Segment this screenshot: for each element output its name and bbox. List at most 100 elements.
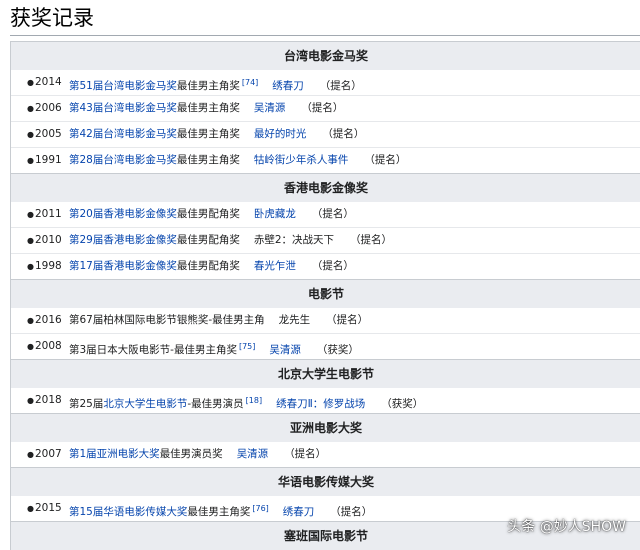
group-header: 亚洲电影大奖 [11, 413, 640, 442]
award-description: 第42届台湾电影金马奖最佳男主角奖 最好的时光 （提名） [69, 122, 364, 147]
award-event-link[interactable]: 第15届华语电影传媒大奖 [69, 506, 187, 518]
group-header: 北京大学生电影节 [11, 359, 640, 388]
award-description: 第15届华语电影传媒大奖最佳男主角奖 [76] 绣春刀 （提名） [69, 496, 372, 525]
reference-link[interactable]: [18] [246, 396, 262, 405]
film-title-link[interactable]: 春光乍泄 [254, 260, 296, 272]
title-divider [10, 35, 640, 36]
bullet-icon: ● [27, 450, 34, 459]
award-result: （提名） [322, 128, 365, 140]
award-description: 第20届香港电影金像奖最佳男配角奖 卧虎藏龙 （提名） [69, 202, 354, 227]
group-header: 华语电影传媒大奖 [11, 467, 640, 496]
award-result: （获奖） [381, 398, 424, 410]
award-description: 第25届北京大学生电影节-最佳男演员 [18] 绣春刀Ⅱ：修罗战场 （获奖） [69, 388, 423, 417]
award-prefix-text: 第3届日本大阪电影节-最佳男主角奖 [69, 344, 237, 356]
award-description: 第28届台湾电影金马奖最佳男主角奖 牯岭街少年杀人事件 （提名） [69, 148, 406, 173]
award-category-text: -最佳男演员 [187, 398, 244, 410]
award-category-text: 最佳男主角奖 [176, 154, 240, 166]
award-prefix-text: 第67届柏林国际电影节银熊奖-最佳男主角 [69, 314, 265, 326]
award-row: ● 1998 第17届香港电影金像奖最佳男配角奖 春光乍泄 （提名） [11, 253, 640, 279]
award-event-link[interactable]: 第29届香港电影金像奖 [69, 234, 177, 246]
film-title: 龙先生 [278, 314, 311, 326]
award-category-text: 最佳男配角奖 [176, 234, 240, 246]
award-year: 2006 [35, 102, 62, 114]
award-year: 2018 [35, 394, 62, 406]
bullet-icon: ● [27, 396, 34, 405]
award-prefix-text: 第25届 [69, 398, 104, 410]
reference-link[interactable]: [75] [239, 342, 255, 351]
film-title-link[interactable]: 绣春刀 [283, 506, 315, 518]
award-description: 第17届香港电影金像奖最佳男配角奖 春光乍泄 （提名） [69, 254, 354, 279]
award-category-text: 最佳男主角奖 [187, 506, 251, 518]
bullet-icon: ● [27, 130, 34, 139]
film-title-link[interactable]: 绣春刀Ⅱ：修罗战场 [276, 398, 365, 410]
award-result: （提名） [350, 234, 393, 246]
film-title-link[interactable]: 最好的时光 [254, 128, 307, 140]
award-description: 第29届香港电影金像奖最佳男配角奖 赤壁2：决战天下 （提名） [69, 228, 392, 253]
reference-link[interactable]: [74] [242, 78, 258, 87]
film-title-link[interactable]: 卧虎藏龙 [254, 208, 296, 220]
award-event-link[interactable]: 第51届台湾电影金马奖 [69, 80, 177, 92]
award-year: 2015 [35, 502, 62, 514]
page-title: 获奖记录 [10, 6, 94, 30]
award-event-link[interactable]: 第20届香港电影金像奖 [69, 208, 177, 220]
watermark-text: 头条 @妙人SHOW [507, 519, 626, 535]
award-event-link[interactable]: 第42届台湾电影金马奖 [69, 128, 177, 140]
award-description: 第1届亚洲电影大奖最佳男演员奖 吴清源 （提名） [69, 442, 326, 467]
film-title-link[interactable]: 绣春刀 [272, 80, 304, 92]
award-row: ● 2006 第43届台湾电影金马奖最佳男主角奖 吴清源 （提名） [11, 95, 640, 121]
award-row: ● 2005 第42届台湾电影金马奖最佳男主角奖 最好的时光 （提名） [11, 121, 640, 147]
award-description: 第3届日本大阪电影节-最佳男主角奖 [75] 吴清源 （获奖） [69, 334, 359, 363]
award-row: ● 1991 第28届台湾电影金马奖最佳男主角奖 牯岭街少年杀人事件 （提名） [11, 147, 640, 173]
award-category-text: 最佳男演员奖 [159, 448, 223, 460]
award-row: ● 2011 第20届香港电影金像奖最佳男配角奖 卧虎藏龙 （提名） [11, 202, 640, 227]
award-result: （提名） [319, 80, 362, 92]
award-row: ● 2016 第67届柏林国际电影节银熊奖-最佳男主角 龙先生 （提名） [11, 308, 640, 333]
award-category-text: 最佳男主角奖 [176, 128, 240, 140]
award-year: 2008 [35, 340, 62, 352]
award-row: ● 2014 第51届台湾电影金马奖最佳男主角奖 [74] 绣春刀 （提名） [11, 70, 640, 95]
award-year: 2007 [35, 448, 62, 460]
award-category-text: 最佳男配角奖 [176, 260, 240, 272]
award-year: 2011 [35, 208, 62, 220]
bullet-icon: ● [27, 262, 34, 271]
bullet-icon: ● [27, 210, 34, 219]
film-title-link[interactable]: 吴清源 [269, 344, 301, 356]
bullet-icon: ● [27, 78, 34, 87]
award-result: （提名） [330, 506, 373, 518]
bullet-icon: ● [27, 504, 34, 513]
award-year: 2010 [35, 234, 62, 246]
award-event-link[interactable]: 北京大学生电影节 [103, 398, 187, 410]
award-year: 1991 [35, 154, 62, 166]
award-category-text: 最佳男主角奖 [176, 80, 240, 92]
film-title-link[interactable]: 牯岭街少年杀人事件 [254, 154, 349, 166]
award-result: （提名） [311, 208, 354, 220]
reference-link[interactable]: [76] [252, 504, 268, 513]
award-result: （提名） [364, 154, 407, 166]
film-title-link[interactable]: 吴清源 [254, 102, 286, 114]
award-event-link[interactable]: 第28届台湾电影金马奖 [69, 154, 177, 166]
awards-table: 台湾电影金马奖 ● 2014 第51届台湾电影金马奖最佳男主角奖 [74] 绣春刀 （提名）… [10, 41, 640, 550]
award-year: 1998 [35, 260, 62, 272]
award-row: ● 2010 第29届香港电影金像奖最佳男配角奖 赤壁2：决战天下 （提名） [11, 227, 640, 253]
bullet-icon: ● [27, 104, 34, 113]
award-year: 2014 [35, 76, 62, 88]
group-header: 电影节 [11, 279, 640, 308]
award-event-link[interactable]: 第17届香港电影金像奖 [69, 260, 177, 272]
award-category-text: 最佳男主角奖 [176, 102, 240, 114]
bullet-icon: ● [27, 236, 34, 245]
award-row: ● 2008 第3届日本大阪电影节-最佳男主角奖 [75] 吴清源 （获奖） [11, 333, 640, 359]
award-result: （提名） [326, 314, 369, 326]
group-header: 香港电影金像奖 [11, 173, 640, 202]
award-result: （提名） [311, 260, 354, 272]
film-title-link[interactable]: 吴清源 [237, 448, 269, 460]
award-row: ● 2007 第1届亚洲电影大奖最佳男演员奖 吴清源 （提名） [11, 442, 640, 467]
bullet-icon: ● [27, 316, 34, 325]
group-header: 台湾电影金马奖 [11, 42, 640, 70]
award-year: 2016 [35, 314, 62, 326]
award-event-link[interactable]: 第43届台湾电影金马奖 [69, 102, 177, 114]
award-year: 2005 [35, 128, 62, 140]
award-category-text: 最佳男配角奖 [176, 208, 240, 220]
award-event-link[interactable]: 第1届亚洲电影大奖 [69, 448, 160, 460]
award-result: （获奖） [316, 344, 359, 356]
award-result: （提名） [284, 448, 327, 460]
